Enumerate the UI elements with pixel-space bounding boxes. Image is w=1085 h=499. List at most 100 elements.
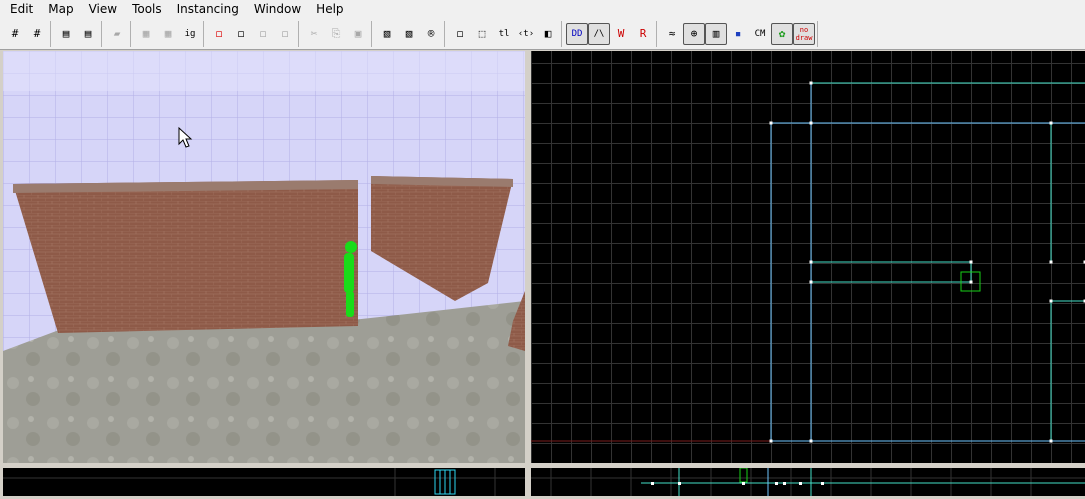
carve-button[interactable]: ▰	[106, 23, 128, 45]
ignore-groups-icon: ig	[185, 29, 196, 39]
toolbar-group: ▤▤	[53, 21, 102, 47]
3d-wireframe-icon: /\	[594, 29, 605, 39]
flip-icon: ‹t›	[518, 29, 534, 39]
cm-icon: CM	[755, 29, 766, 39]
menu-view[interactable]: View	[81, 0, 124, 18]
brush-button[interactable]: ▥	[705, 23, 727, 45]
grid-toggle-button[interactable]: #	[4, 23, 26, 45]
toolbar-group: ▰	[104, 21, 131, 47]
move-to-world-button[interactable]: ◻	[274, 23, 296, 45]
toolbar-group: ◻ ⬚ tl ‹t› ◧	[447, 21, 562, 47]
nodraw-button[interactable]: no draw	[793, 23, 815, 45]
tl-icon: tl	[499, 29, 510, 39]
menu-window[interactable]: Window	[246, 0, 308, 18]
brush-vertex[interactable]	[1050, 440, 1053, 443]
player-wireframe-side	[435, 470, 455, 494]
viewport-2d-grid	[531, 51, 1085, 463]
menu-help[interactable]: Help	[308, 0, 350, 18]
viewport-2d-top[interactable]	[531, 51, 1085, 463]
mirror-icon: ◧	[545, 27, 552, 40]
leaf-button[interactable]: ✿	[771, 23, 793, 45]
toolbar-group: ##	[2, 21, 51, 47]
3d-wireframe-button[interactable]: /\	[588, 23, 610, 45]
2d-top-button[interactable]: W	[610, 23, 632, 45]
menu-edit[interactable]: Edit	[2, 0, 40, 18]
ungroup-button[interactable]: ▤	[77, 23, 99, 45]
record-icon: ®	[428, 27, 435, 40]
blocks-button[interactable]: ▪	[727, 23, 749, 45]
grid-increase-button[interactable]: #	[26, 23, 48, 45]
blocks-icon: ▪	[735, 27, 742, 40]
3d-textured-button[interactable]: DD	[566, 23, 588, 45]
cut-button[interactable]: ✂	[303, 23, 325, 45]
hazard-stripes-icon: ▧	[384, 27, 391, 40]
cut-icon: ✂	[311, 27, 318, 40]
toolbar-group: ▦ ▦ ig	[133, 21, 204, 47]
gizmo-button[interactable]: ⊕	[683, 23, 705, 45]
brush-vertex[interactable]	[810, 261, 813, 264]
menu-bar: EditMapViewToolsInstancingWindowHelp	[0, 0, 1085, 18]
copy-icon: ⎘	[332, 27, 341, 41]
viewport-bottom-left-canvas	[3, 468, 525, 496]
toggle-stripes-icon: ▧	[406, 27, 413, 40]
cube-button[interactable]: ◻	[230, 23, 252, 45]
cube-icon: ◻	[238, 27, 245, 40]
cm-button[interactable]: CM	[749, 23, 771, 45]
hide-button[interactable]: ▦	[135, 23, 157, 45]
gizmo-icon: ⊕	[691, 27, 698, 40]
group-button[interactable]: ▤	[55, 23, 77, 45]
toolbar-group: ✂ ⎘ ▣	[301, 21, 372, 47]
dotted-select-icon: ⬚	[479, 27, 486, 40]
menu-map[interactable]: Map	[40, 0, 80, 18]
brush-vertex[interactable]	[770, 122, 773, 125]
texture-lock-button[interactable]: ◻	[208, 23, 230, 45]
brush-vertex[interactable]	[810, 82, 813, 85]
tie-to-entity-button[interactable]: ◻	[252, 23, 274, 45]
flip-button[interactable]: ‹t›	[515, 23, 537, 45]
unhide-icon: ▦	[165, 27, 172, 40]
brush-vertex[interactable]	[970, 281, 973, 284]
copy-button[interactable]: ⎘	[325, 23, 347, 45]
viewport-bottom-right[interactable]	[531, 468, 1085, 496]
2d-side-button[interactable]: R	[632, 23, 654, 45]
viewport-bottom-left[interactable]	[3, 468, 525, 496]
viewport-bottom-right-canvas	[531, 468, 1085, 496]
selection-box-button[interactable]: ◻	[449, 23, 471, 45]
leaf-icon: ✿	[779, 27, 786, 40]
viewport-3d-canvas	[3, 51, 525, 463]
unhide-button[interactable]: ▦	[157, 23, 179, 45]
nodraw-icon: no draw	[794, 26, 814, 42]
carve-icon: ▰	[114, 27, 121, 40]
brush-vertex[interactable]	[810, 122, 813, 125]
brush-vertex[interactable]	[1050, 300, 1053, 303]
hazard-stripes-button[interactable]: ▧	[376, 23, 398, 45]
brick-wall-left	[13, 180, 358, 333]
brush-vertex[interactable]	[970, 261, 973, 264]
dotted-select-button[interactable]: ⬚	[471, 23, 493, 45]
ceiling	[3, 51, 525, 91]
brush-vertex[interactable]	[1050, 261, 1053, 264]
cordon-icon: ≈	[669, 27, 676, 40]
cordon-button[interactable]: ≈	[661, 23, 683, 45]
toolbar-group: DD /\ W R	[564, 21, 657, 47]
brush-vertex[interactable]	[810, 440, 813, 443]
brush-vertex[interactable]	[770, 440, 773, 443]
hide-icon: ▦	[143, 27, 150, 40]
texture-lock-icon: ◻	[216, 27, 223, 40]
toggle-stripes-button[interactable]: ▧	[398, 23, 420, 45]
viewport-3d[interactable]	[3, 51, 525, 463]
brush-vertex[interactable]	[1050, 122, 1053, 125]
grid-toggle-icon: #	[12, 27, 19, 40]
menu-instancing[interactable]: Instancing	[169, 0, 246, 18]
2d-side-icon: R	[640, 27, 647, 40]
ignore-groups-button[interactable]: ig	[179, 23, 201, 45]
mirror-button[interactable]: ◧	[537, 23, 559, 45]
record-button[interactable]: ®	[420, 23, 442, 45]
brush-icon: ▥	[713, 27, 720, 40]
paste-button[interactable]: ▣	[347, 23, 369, 45]
2d-top-icon: W	[618, 27, 625, 40]
3d-textured-icon: DD	[572, 29, 583, 39]
menu-tools[interactable]: Tools	[124, 0, 169, 18]
brush-vertex[interactable]	[810, 281, 813, 284]
tl-button[interactable]: tl	[493, 23, 515, 45]
